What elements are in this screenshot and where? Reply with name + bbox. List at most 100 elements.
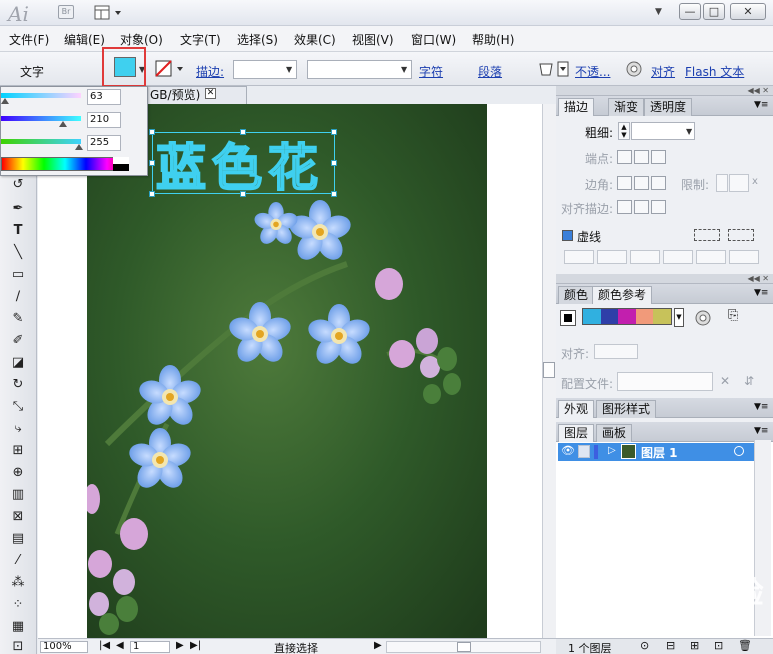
preset-flip-icon[interactable]: ⇵ — [744, 374, 754, 388]
target-icon[interactable] — [734, 446, 744, 456]
panel-menu-icon[interactable]: ▼≡ — [754, 426, 768, 436]
menu-file[interactable]: 文件(F) — [9, 31, 49, 48]
slider-thumb[interactable] — [1, 98, 9, 104]
dash-field[interactable] — [630, 250, 660, 264]
preset-delete-icon[interactable]: ✕ — [720, 374, 730, 388]
weight-select[interactable]: ▼ — [631, 122, 695, 140]
align-center-icon[interactable] — [617, 200, 632, 214]
scrollbar-thumb[interactable] — [457, 642, 471, 652]
maximize-button[interactable]: □ — [703, 3, 725, 20]
tab-appearance[interactable]: 外观 — [558, 400, 595, 418]
character-link[interactable]: 字符 — [419, 63, 443, 80]
panel-menu-icon[interactable]: ▼≡ — [754, 288, 768, 298]
base-color-swatch[interactable] — [560, 310, 576, 326]
guide-swatch-4[interactable] — [635, 309, 654, 324]
layer-name[interactable]: 图层 1 — [641, 444, 678, 461]
blue-value-field[interactable]: 255 — [87, 135, 121, 151]
menu-type[interactable]: 文字(T) — [180, 31, 221, 48]
scale-tool-icon[interactable]: ⤡ — [8, 398, 28, 416]
free-transform-icon[interactable]: ⊞ — [8, 442, 28, 460]
close-icon[interactable]: ✕ — [205, 88, 216, 99]
color-spectrum[interactable] — [1, 157, 129, 171]
brush-tool-icon[interactable]: ∕ — [8, 288, 28, 306]
lock-toggle[interactable] — [578, 445, 590, 458]
next-page-icon[interactable]: ▶ — [176, 640, 184, 651]
gap-field[interactable] — [729, 250, 759, 264]
mesh-tool-icon[interactable]: ⊠ — [8, 508, 28, 526]
slider-thumb[interactable] — [59, 121, 67, 127]
menu-select[interactable]: 选择(S) — [237, 31, 278, 48]
page-field[interactable]: 1 — [130, 641, 170, 653]
locate-object-icon[interactable]: ⊙ — [640, 639, 649, 652]
tab-stroke[interactable]: 描边 — [558, 98, 595, 116]
horizontal-scrollbar[interactable] — [386, 641, 541, 653]
zoom-field[interactable]: 100% — [40, 641, 88, 653]
gap-field[interactable] — [663, 250, 693, 264]
guide-swatch-1[interactable] — [583, 309, 601, 324]
last-page-icon[interactable]: ▶| — [190, 640, 201, 651]
harmony-dropdown[interactable]: ▼ — [674, 308, 684, 327]
tab-transparency[interactable]: 透明度 — [644, 98, 693, 116]
limit-field[interactable] — [729, 174, 749, 192]
align-outside-icon[interactable] — [651, 200, 666, 214]
selection-handle[interactable] — [331, 160, 337, 166]
menu-help[interactable]: 帮助(H) — [472, 31, 514, 48]
menu-window[interactable]: 窗口(W) — [411, 31, 456, 48]
selection-handle[interactable] — [149, 129, 155, 135]
selection-handle[interactable] — [149, 191, 155, 197]
new-sublayer-icon[interactable]: ⊞ — [690, 639, 699, 652]
first-page-icon[interactable]: |◀ — [99, 640, 110, 651]
dashed-checkbox[interactable] — [562, 230, 573, 241]
shape-builder-icon[interactable]: ⊕ — [8, 464, 28, 482]
flash-text-link[interactable]: Flash 文本 — [685, 63, 744, 80]
red-value-field[interactable]: 63 — [87, 89, 121, 105]
clipping-mask-icon[interactable]: ⊟ — [666, 639, 675, 652]
layer-row[interactable]: 👁 ▷ 图层 1 — [558, 443, 754, 461]
pen-tool-icon[interactable]: ✒ — [8, 200, 28, 218]
align-inside-icon[interactable] — [634, 200, 649, 214]
opacity-link[interactable]: 不透... — [575, 63, 610, 80]
blob-brush-icon[interactable]: ✐ — [8, 332, 28, 350]
round-join-icon[interactable] — [634, 176, 649, 190]
symbol-sprayer-icon[interactable]: ⁘ — [8, 596, 28, 614]
gap-field[interactable] — [597, 250, 627, 264]
stroke-none-icon[interactable] — [155, 59, 185, 79]
dash-preserve-icon[interactable] — [694, 229, 720, 241]
minimize-button[interactable]: — — [679, 3, 701, 20]
pencil-tool-icon[interactable]: ✎ — [8, 310, 28, 328]
panel-collapse-bar[interactable]: ◀◀ ✕ — [556, 274, 773, 284]
dash-align-icon[interactable] — [728, 229, 754, 241]
fill-color-swatch[interactable] — [114, 57, 136, 77]
artboard-tool-icon[interactable]: ⊡ — [8, 638, 28, 654]
line-tool-icon[interactable]: ╲ — [8, 244, 28, 262]
warp-tool-icon[interactable]: ⤷ — [8, 420, 28, 438]
stroke-weight-select[interactable]: ▼ — [233, 60, 297, 79]
selection-handle[interactable] — [331, 129, 337, 135]
eyedropper-icon[interactable]: ⁄ — [8, 552, 28, 570]
black-swatch[interactable] — [113, 164, 129, 171]
round-cap-icon[interactable] — [634, 150, 649, 164]
guide-swatch-3[interactable] — [618, 309, 636, 324]
close-button[interactable]: ✕ — [730, 3, 766, 20]
tab-layers[interactable]: 图层 — [558, 424, 595, 442]
document-tab[interactable]: GB/预览) — [147, 86, 247, 104]
tab-artboards[interactable]: 画板 — [596, 424, 633, 442]
scrollbar-thumb[interactable] — [543, 362, 555, 378]
limit-stepper[interactable] — [716, 174, 728, 192]
dash-field[interactable] — [696, 250, 726, 264]
graph-tool-icon[interactable]: ▥ — [8, 486, 28, 504]
menu-edit[interactable]: 编辑(E) — [64, 31, 105, 48]
panel-collapse-bar[interactable]: ◀◀ ✕ — [556, 86, 773, 96]
tab-color-guide[interactable]: 颜色参考 — [592, 286, 653, 304]
expand-triangle-icon[interactable]: ▷ — [608, 445, 616, 456]
lasso-tool-icon[interactable]: ↺ — [8, 176, 28, 194]
square-cap-icon[interactable] — [651, 150, 666, 164]
prev-page-icon[interactable]: ◀ — [116, 640, 124, 651]
brush-select[interactable]: ▼ — [307, 60, 412, 79]
rotate-tool-icon[interactable]: ↻ — [8, 376, 28, 394]
menu-object[interactable]: 对象(O) — [120, 31, 163, 48]
selection-handle[interactable] — [331, 191, 337, 197]
tab-color[interactable]: 颜色 — [558, 286, 595, 304]
dash-field[interactable] — [564, 250, 594, 264]
column-graph-icon[interactable]: ▦ — [8, 618, 28, 636]
